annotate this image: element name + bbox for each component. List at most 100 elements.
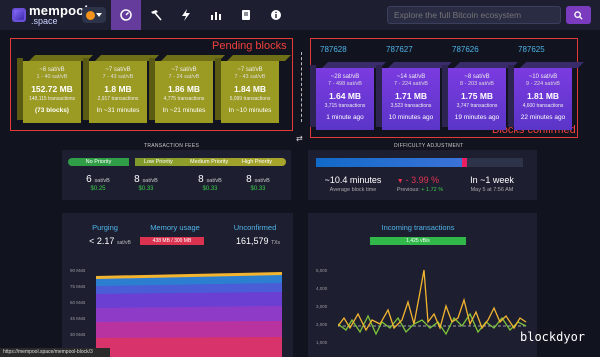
lightning-icon [182, 9, 190, 21]
watermark: blockdyor [520, 330, 586, 344]
info-icon [271, 10, 281, 20]
fee-number: 8 [134, 174, 140, 185]
block-median-fee: ~14 sat/vB [396, 74, 426, 80]
difficulty-eta: ~10.4 minutes [324, 175, 382, 185]
confirmed-block[interactable]: ~14 sat/vB 7 - 224 sat/vB 1.71 MB 3,523 tra… [376, 62, 452, 130]
confirmed-block[interactable]: ~8 sat/vB 8 - 203 sat/vB 1.75 MB 3,747 tran… [442, 62, 518, 130]
block-median-fee: ~7 sat/vB [237, 67, 263, 73]
fee-unit: sat/vB [94, 178, 110, 184]
block-tx-count: 5,099 transactions [229, 96, 271, 102]
block-height[interactable]: 787626 [452, 45, 479, 54]
block-size: 1.81 MB [526, 91, 560, 101]
block-front-face: ~7 sat/vB 7 - 24 sat/vB 1.86 MB 4,775 trans… [155, 61, 213, 123]
difficulty-next-date: May 5 at 7:56 AM [470, 187, 514, 193]
pending-block[interactable]: ~6 sat/vB 1 - 40 sat/vB 152.72 MB 148,115 t… [17, 55, 93, 123]
block-fee-range: 7 - 43 sat/vB [102, 74, 134, 80]
pending-block[interactable]: ~7 sat/vB 7 - 43 sat/vB 1.84 MB 5,099 trans… [215, 55, 291, 123]
block-height[interactable]: 787628 [320, 45, 347, 54]
nav-dashboard[interactable] [111, 0, 141, 30]
graphs-icon [211, 12, 221, 20]
block-tx-count: 148,115 transactions [28, 96, 76, 102]
block-median-fee: ~6 sat/vB [39, 67, 65, 73]
nav-about[interactable] [261, 0, 291, 30]
unconfirmed-value: 161,579 TXs [228, 236, 288, 246]
fee-unit: sat/vB [142, 178, 158, 184]
y-tick: 2,000 [316, 322, 328, 327]
fee-unit: sat/vB [254, 178, 270, 184]
difficulty-change: ▼ - 3.99 % [396, 175, 440, 185]
block-median-fee: ~7 sat/vB [105, 67, 131, 73]
block-fee-range: 1 - 40 sat/vB [36, 74, 68, 80]
block-front-face: ~28 sat/vB 7 - 498 sat/vB 1.64 MB 3,715 tra… [316, 68, 374, 130]
pending-block[interactable]: ~7 sat/vB 7 - 24 sat/vB 1.86 MB 4,775 trans… [149, 55, 225, 123]
block-size: 1.86 MB [167, 84, 201, 94]
block-median-fee: ~8 sat/vB [464, 74, 490, 80]
fee-number: 8 [198, 174, 204, 185]
fee-value: 8 sat/vB [230, 174, 286, 185]
block-size: 1.8 MB [104, 84, 132, 94]
block-front-face: ~7 sat/vB 7 - 43 sat/vB 1.84 MB 5,099 trans… [221, 61, 279, 123]
nav-docs[interactable] [231, 0, 261, 30]
block-time: 1 minute ago [326, 114, 364, 121]
main-nav [111, 0, 291, 30]
confirmed-block[interactable]: ~28 sat/vB 7 - 498 sat/vB 1.64 MB 3,715 tra… [310, 62, 386, 130]
purging-value: < 2.17 sat/vB [80, 236, 140, 246]
block-size: 1.71 MB [394, 91, 428, 101]
fee-value: 8 sat/vB [118, 174, 174, 185]
unconfirmed-label: Unconfirmed [233, 223, 277, 232]
y-tick: 4,000 [316, 286, 328, 291]
block-height[interactable]: 787625 [518, 45, 545, 54]
block-front-face: ~7 sat/vB 7 - 43 sat/vB 1.8 MB 2,917 transa… [89, 61, 147, 123]
mempool-logo[interactable]: mempool .space [12, 4, 88, 26]
previous-value: + 1.72 % [421, 187, 444, 193]
mempool-layer-7 [96, 337, 282, 357]
nav-mining[interactable] [141, 0, 171, 30]
fee-label-high-priority: High Priority [242, 159, 272, 165]
difficulty-change-value: - 3.99 % [405, 175, 440, 185]
fee-usd: $0.33 [138, 186, 154, 192]
fee-label-medium-priority: Medium Priority [190, 159, 229, 165]
y-tick: 90 MvB [70, 268, 86, 273]
unconfirmed-number: 161,579 [236, 236, 269, 246]
browser-status-url: https://mempool.space/mempool-block/3 [0, 348, 110, 357]
difficulty-progress-fill [316, 158, 463, 167]
block-fee-range: 7 - 498 sat/vB [328, 81, 362, 87]
purging-number: < 2.17 [89, 236, 115, 246]
pending-blocks-annotation: Pending blocks [212, 40, 287, 52]
purging-unit: sat/vB [116, 240, 131, 246]
block-tx-count: 3,747 transactions [456, 103, 498, 109]
dashboard-icon [120, 9, 132, 21]
fee-number: 6 [86, 174, 92, 185]
block-tx-count: 4,600 transactions [522, 103, 564, 109]
memory-usage-label: Memory usage [150, 223, 200, 232]
y-tick: 30 MvB [70, 332, 86, 337]
search-button[interactable] [566, 6, 591, 24]
difficulty-next: In ~1 week [470, 175, 514, 185]
block-tx-count: 4,775 transactions [163, 96, 205, 102]
bitcoin-icon [86, 10, 95, 20]
block-time: 19 minutes ago [454, 114, 500, 121]
block-front-face: ~14 sat/vB 7 - 224 sat/vB 1.71 MB 3,523 tra… [382, 68, 440, 130]
block-size: 1.75 MB [460, 91, 494, 101]
incoming-title: Incoming transactions [381, 223, 455, 232]
block-fee-range: 7 - 43 sat/vB [234, 74, 266, 80]
difficulty-progress-marker [462, 158, 468, 167]
block-median-fee: ~10 sat/vB [528, 74, 558, 80]
fee-label-low-priority: Low Priority [144, 159, 173, 165]
block-time: In ~10 minutes [228, 107, 272, 114]
incoming-chart [338, 269, 528, 336]
swap-direction-icon[interactable]: ⇄ [296, 134, 303, 143]
search-input[interactable] [387, 6, 561, 24]
block-tx-count: 3,715 transactions [324, 103, 366, 109]
confirmed-block[interactable]: ~10 sat/vB 9 - 224 sat/vB 1.81 MB 4,600 tra… [508, 62, 584, 130]
nav-graphs[interactable] [201, 0, 231, 30]
difficulty-previous: Previous: + 1.72 % [390, 187, 450, 193]
y-tick: 5,000 [316, 268, 328, 273]
logo-subtitle: .space [31, 16, 58, 26]
pending-block[interactable]: ~7 sat/vB 7 - 43 sat/vB 1.8 MB 2,917 transa… [83, 55, 159, 123]
block-height[interactable]: 787627 [386, 45, 413, 54]
mempool-stacked-chart [96, 272, 282, 357]
nav-lightning[interactable] [171, 0, 201, 30]
network-selector[interactable] [82, 7, 106, 23]
block-front-face: ~10 sat/vB 9 - 224 sat/vB 1.81 MB 4,600 tra… [514, 68, 572, 130]
